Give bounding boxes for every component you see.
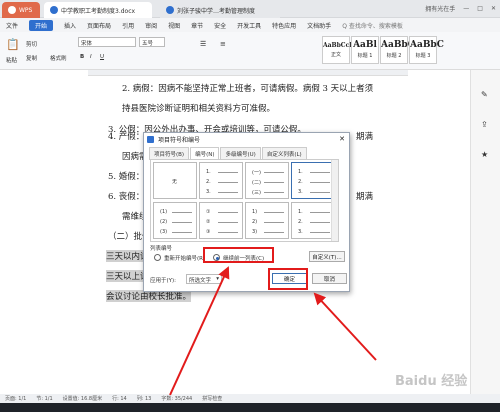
annotation-arrows xyxy=(169,266,377,396)
watermark: Baidu 经验 xyxy=(395,374,468,389)
arrow-to-ok xyxy=(313,292,377,361)
arrow-to-continue xyxy=(169,266,230,396)
